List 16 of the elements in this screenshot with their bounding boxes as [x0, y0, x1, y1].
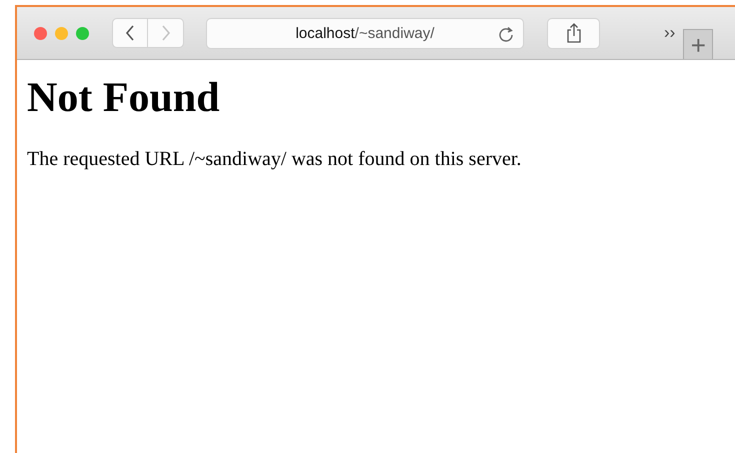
back-button[interactable]	[112, 18, 148, 48]
url-path: /~sandiway/	[354, 24, 434, 42]
reload-icon[interactable]	[498, 26, 514, 42]
url-host: localhost	[296, 24, 355, 42]
address-field[interactable]: localhost/~sandiway/	[206, 18, 524, 48]
share-icon	[566, 23, 582, 43]
overflow-button[interactable]: ››	[664, 23, 676, 43]
error-message: The requested URL /~sandiway/ was not found on this server.	[27, 148, 522, 171]
zoom-icon[interactable]	[76, 26, 89, 40]
minimize-icon[interactable]	[55, 26, 68, 40]
close-icon[interactable]	[34, 26, 47, 40]
chevron-right-icon	[160, 25, 170, 41]
share-button[interactable]	[547, 18, 600, 48]
chevron-left-icon	[125, 25, 135, 41]
new-tab-button[interactable]: +	[683, 29, 714, 59]
page-heading: Not Found	[27, 74, 221, 122]
